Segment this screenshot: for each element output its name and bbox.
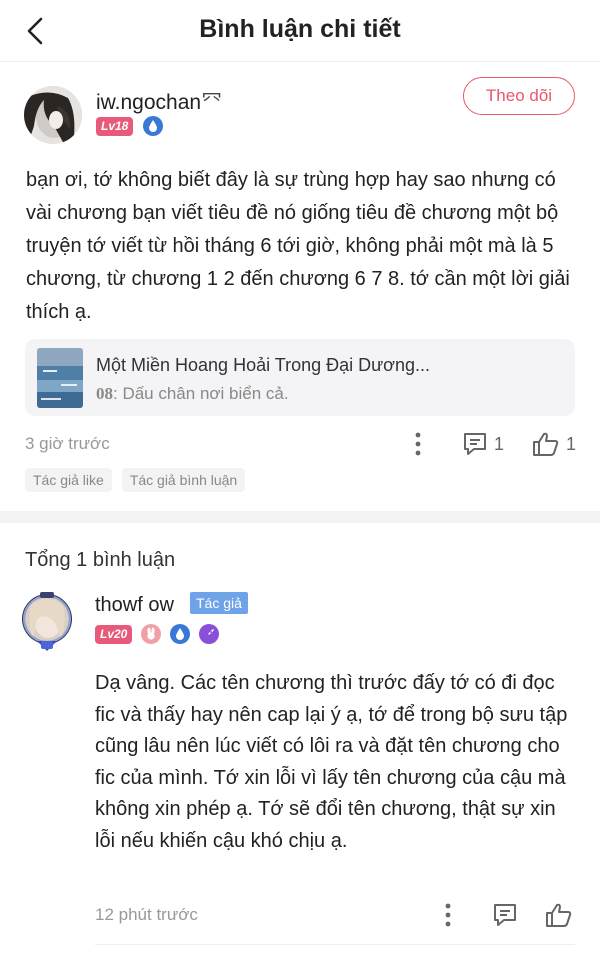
chapter-number: 08 [96,384,113,403]
level-badge: Lv20 [95,624,133,644]
story-cover-image [37,348,83,408]
more-vertical-icon [445,903,451,927]
follow-button[interactable]: Theo dõi [463,77,575,115]
page-title: Bình luận chi tiết [199,15,401,43]
replies-count-heading: Tổng 1 bình luận [25,549,176,571]
username[interactable]: iw.ngochan⺳ [96,86,222,116]
comment-meta-row: 3 giờ trước 1 1 [0,424,600,464]
reply-more-button[interactable] [440,902,456,928]
avatar[interactable] [24,86,82,144]
more-vertical-icon [415,432,421,456]
reply-user-badges: Lv20 [95,624,220,644]
reply-like-button[interactable] [545,902,573,928]
section-divider [0,511,600,523]
story-title: Một Miền Hoang Hoải Trong Đại Dương... [96,355,431,375]
author-tag: Tác giả [190,592,248,614]
reply-divider [95,944,575,945]
like-count: 1 [566,433,577,454]
comment-icon [464,433,486,455]
story-link-card[interactable]: Một Miền Hoang Hoải Trong Đại Dương... 0… [25,339,575,416]
reply-username[interactable]: thowf ow [95,594,174,617]
rocket-badge-icon [199,624,220,644]
user-badges: Lv18 [96,116,164,136]
story-chapter: 08: Dấu chân nơi biển cả. [96,384,289,404]
more-button[interactable] [410,431,426,457]
username-text: iw.ngochan [96,91,202,114]
header-bar: Bình luận chi tiết [0,0,600,62]
water-drop-badge-icon [170,624,191,644]
reply-text: Dạ vâng. Các tên chương thì trước đấy tớ… [95,672,568,852]
thumbs-up-icon [533,432,559,456]
water-drop-badge-icon [143,116,164,136]
reply-comment-button[interactable] [492,903,518,927]
thumbs-up-icon [546,903,572,927]
tag-author-commented: Tác giả bình luận [121,468,246,492]
reply-timestamp: 12 phút trước [95,905,198,924]
comment-count: 1 [494,433,505,454]
comment-button[interactable]: 1 [462,432,504,456]
timestamp: 3 giờ trước [25,434,110,453]
chapter-title: : Dấu chân nơi biển cả. [113,384,289,403]
username-suffix: ⺳ [201,91,223,114]
rabbit-badge-icon [141,624,162,644]
comment-icon [494,904,516,926]
comment-text: bạn ơi, tớ không biết đây là sự trùng hợ… [26,169,570,323]
reply-avatar[interactable] [21,591,73,653]
tag-author-like: Tác giả like [25,468,112,492]
like-button[interactable]: 1 [532,431,576,457]
reply-meta-row: 12 phút trước [0,895,600,935]
tag-list: Tác giả like Tác giả bình luận [25,468,246,492]
level-badge: Lv18 [96,116,134,136]
